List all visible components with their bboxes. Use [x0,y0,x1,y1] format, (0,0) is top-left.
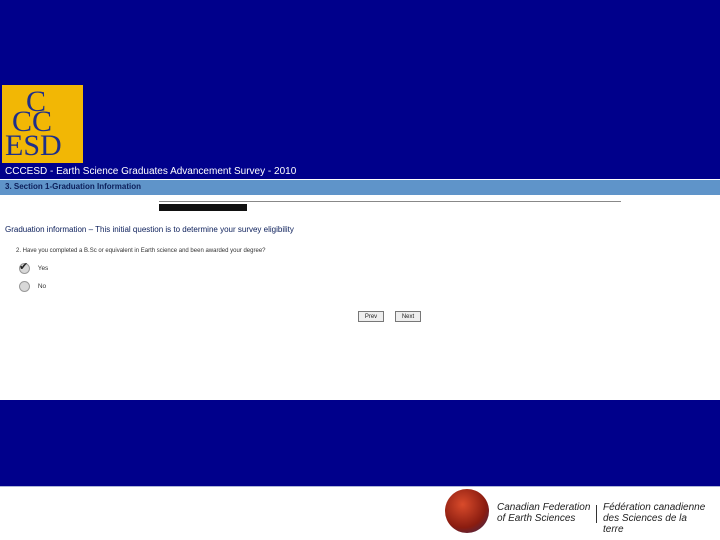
progress-bar [159,204,247,211]
section-title: 3. Section 1-Graduation Information [5,182,142,191]
radio-no[interactable] [19,281,30,292]
option-no[interactable]: No [19,281,46,292]
cfes-globe-logo-icon [445,489,489,533]
top-banner [0,0,720,179]
bottom-banner [0,400,720,486]
next-button[interactable]: Next [395,311,421,322]
question-text: 2. Have you completed a B.Sc or equivale… [16,248,266,254]
ccesd-logo: C CC ESD [2,85,83,163]
org-fr-line2: des Sciences de la terre [603,513,687,535]
org-en-line2: of Earth Sciences [497,513,576,524]
radio-yes[interactable]: ✔ [19,261,30,274]
option-yes-label: Yes [37,265,49,273]
progress-track [159,201,621,202]
prev-button[interactable]: Prev [358,311,384,322]
org-name-french: Fédération canadienne des Sciences de la… [603,502,708,535]
section-heading: Graduation information – This initial qu… [5,225,294,234]
option-yes[interactable]: ✔ Yes [19,261,49,274]
org-divider [596,505,597,523]
checkmark-icon: ✔ [19,261,29,273]
org-fr-line1: Fédération canadienne [603,502,706,513]
survey-title: CCCESD - Earth Science Graduates Advance… [5,166,297,177]
option-no-label: No [37,283,47,291]
logo-letters-esd: ESD [5,129,62,162]
org-name-english: Canadian Federation of Earth Sciences [497,502,592,524]
org-en-line1: Canadian Federation [497,502,591,513]
footer-divider-line [0,486,720,487]
section-bar: 3. Section 1-Graduation Information [0,180,720,195]
